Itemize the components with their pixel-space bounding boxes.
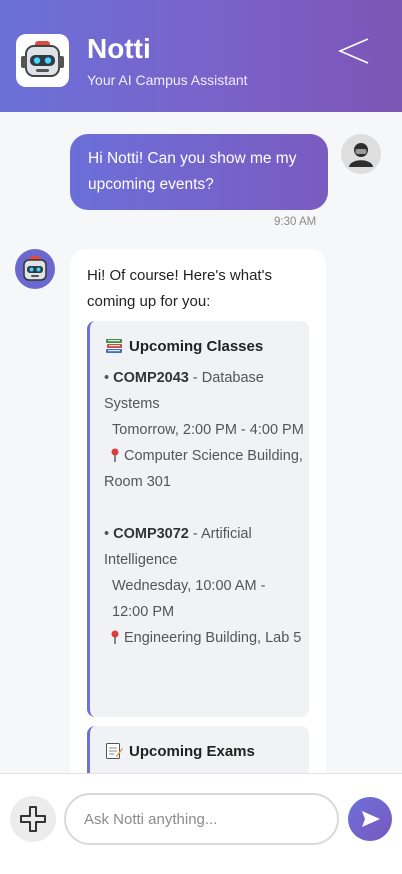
send-button[interactable] bbox=[348, 797, 392, 841]
robot-icon bbox=[16, 34, 69, 87]
plus-icon bbox=[20, 806, 46, 832]
class-time: Wednesday, 10:00 AM - 12:00 PM bbox=[112, 578, 266, 620]
add-attachment-button[interactable] bbox=[10, 796, 56, 842]
classes-heading: Upcoming Classes bbox=[105, 337, 263, 355]
user-message-bubble: Hi Notti! Can you show me my upcoming ev… bbox=[70, 134, 328, 210]
app-header: Notti Your AI Campus Assistant bbox=[0, 0, 402, 112]
bot-intro-text: Hi! Of course! Here's what's coming up f… bbox=[87, 267, 272, 310]
message-timestamp: 9:30 AM bbox=[274, 216, 317, 228]
message-composer bbox=[0, 773, 402, 874]
class-location: Computer Science Building, Room 301 bbox=[104, 448, 303, 490]
classes-list: • COMP2043 - Database Systems Tomorrow, … bbox=[104, 365, 304, 677]
bot-avatar bbox=[15, 249, 55, 289]
class-entry: • COMP2043 - Database Systems Tomorrow, … bbox=[104, 370, 304, 490]
app-title: Notti bbox=[87, 33, 151, 64]
exams-heading: Upcoming Exams bbox=[105, 742, 255, 760]
class-time: Tomorrow, 2:00 PM - 4:00 PM bbox=[112, 422, 304, 438]
class-location: Engineering Building, Lab 5 bbox=[124, 630, 302, 646]
robot-icon bbox=[23, 256, 47, 281]
app-subtitle: Your AI Campus Assistant bbox=[87, 72, 248, 88]
books-icon bbox=[105, 337, 123, 355]
chevron-left-icon bbox=[337, 38, 369, 64]
user-avatar-icon bbox=[341, 134, 381, 174]
classes-heading-text: Upcoming Classes bbox=[129, 337, 264, 355]
class-code: COMP3072 bbox=[113, 526, 189, 542]
back-button[interactable] bbox=[334, 35, 374, 67]
memo-icon bbox=[105, 742, 123, 760]
pin-icon bbox=[111, 630, 119, 644]
upcoming-classes-card: Upcoming Classes • COMP2043 - Database S… bbox=[87, 321, 309, 717]
class-entry: • COMP3072 - Artificial Intelligence Wed… bbox=[104, 521, 304, 651]
upcoming-exams-card: Upcoming Exams bbox=[87, 726, 309, 773]
chat-area[interactable]: Hi Notti! Can you show me my upcoming ev… bbox=[0, 112, 402, 773]
bot-message-bubble: Hi! Of course! Here's what's coming up f… bbox=[70, 249, 326, 773]
exams-heading-text: Upcoming Exams bbox=[129, 742, 255, 760]
send-icon bbox=[362, 811, 380, 827]
message-input[interactable] bbox=[64, 793, 339, 845]
pin-icon bbox=[111, 448, 119, 462]
class-code: COMP2043 bbox=[113, 370, 189, 386]
